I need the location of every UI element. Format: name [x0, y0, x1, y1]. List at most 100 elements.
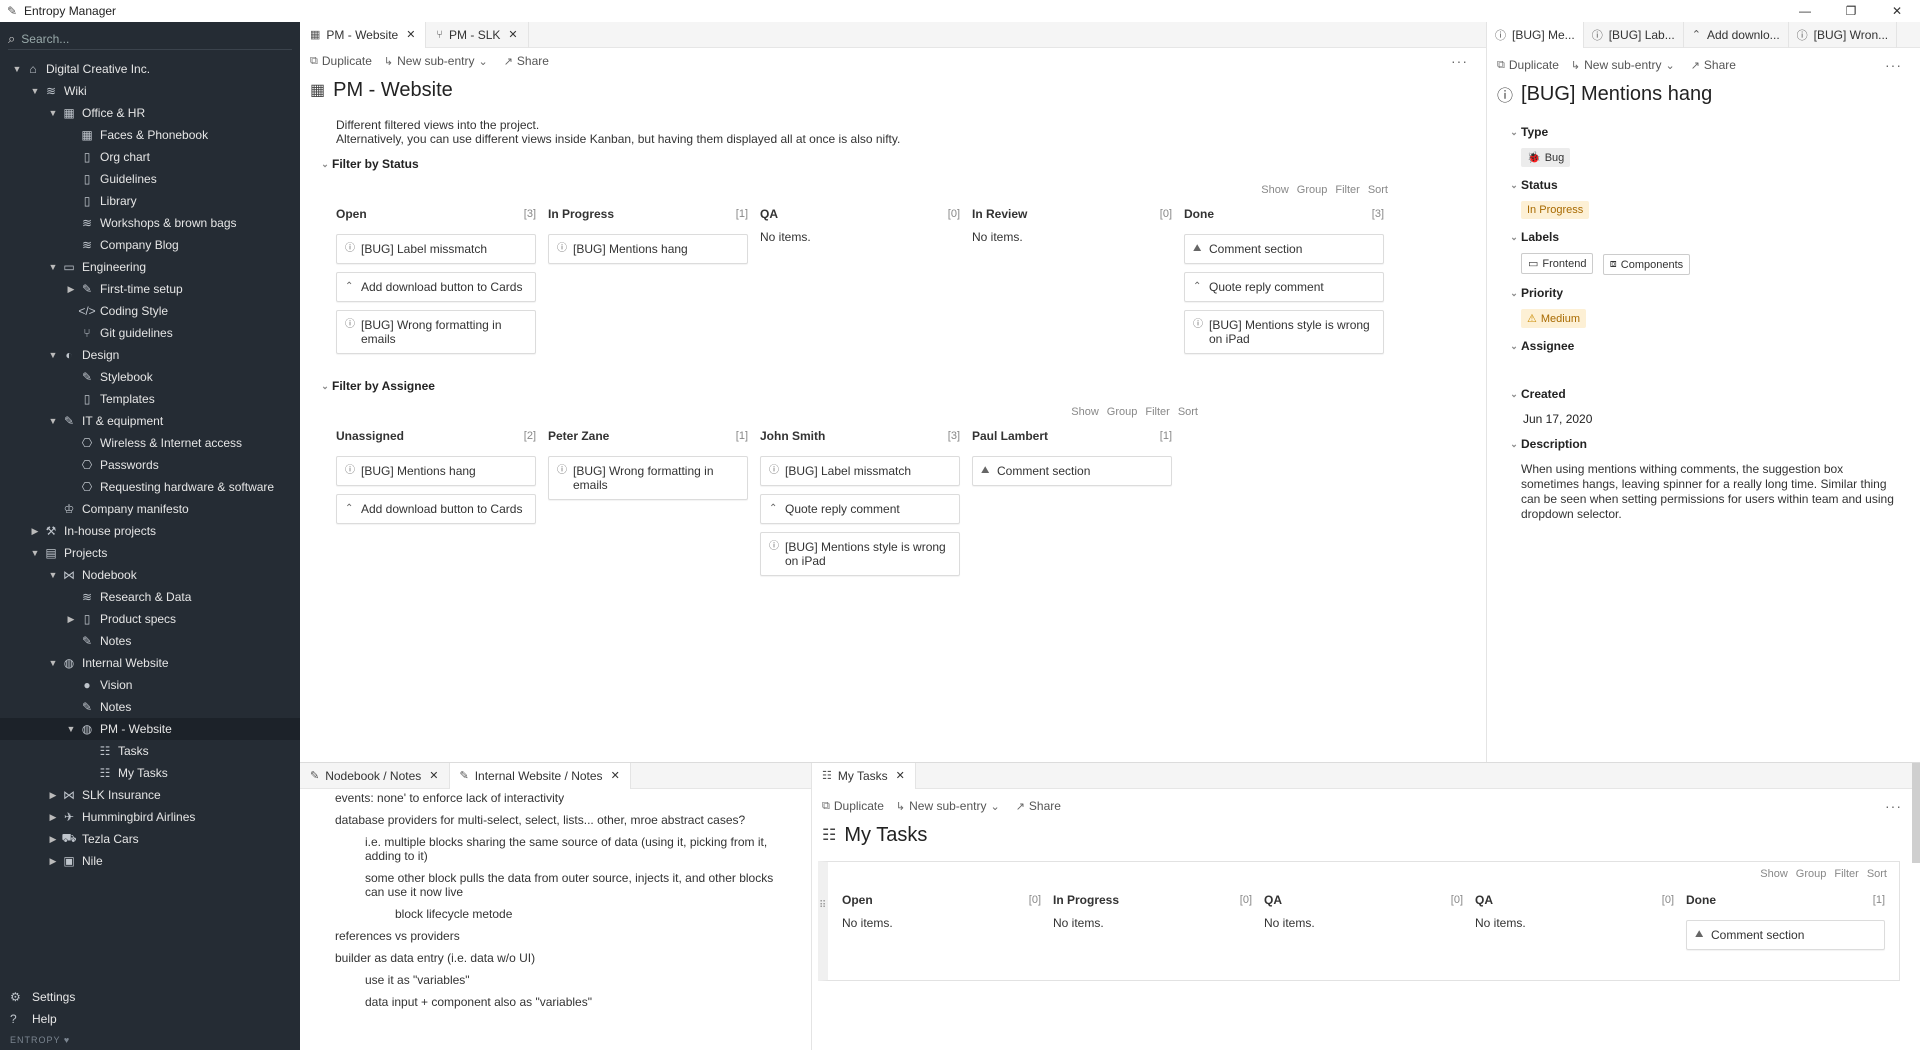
- task-card[interactable]: ⌃ Add download button to Cards: [336, 272, 536, 302]
- sidebar-item[interactable]: ▯ Library: [0, 190, 300, 212]
- duplicate-button[interactable]: ⧉ Duplicate: [310, 54, 372, 68]
- sidebar-item[interactable]: ▼ ⋈ Nodebook: [0, 564, 300, 586]
- sidebar-item[interactable]: ▶ ▣ Nile: [0, 850, 300, 872]
- settings-link[interactable]: ⚙ Settings: [0, 986, 300, 1008]
- sidebar-item[interactable]: ≋ Workshops & brown bags: [0, 212, 300, 234]
- notes-content[interactable]: events: none' to enforce lack of interac…: [300, 791, 811, 1009]
- task-card[interactable]: ⛰ Comment section: [1686, 920, 1885, 950]
- sort-button[interactable]: Sort: [1368, 184, 1388, 196]
- priority-property[interactable]: ⌄ Priority: [1507, 283, 1904, 303]
- task-card[interactable]: ⓘ [BUG] Wrong formatting in emails: [548, 456, 748, 500]
- close-tab-icon[interactable]: ✕: [611, 769, 620, 782]
- sidebar-item[interactable]: ▼ ✎ IT & equipment: [0, 410, 300, 432]
- new-sub-entry-button[interactable]: ↳ New sub-entry ⌄: [1571, 58, 1679, 72]
- chevron-right-icon[interactable]: ▶: [64, 284, 78, 295]
- task-card[interactable]: ⓘ [BUG] Label missmatch: [336, 234, 536, 264]
- sidebar-item[interactable]: ▯ Templates: [0, 388, 300, 410]
- show-button[interactable]: Show: [1261, 184, 1289, 196]
- status-badge[interactable]: In Progress: [1521, 201, 1590, 219]
- task-card[interactable]: ⓘ [BUG] Label missmatch: [760, 456, 960, 486]
- search-input[interactable]: Search...: [21, 32, 69, 46]
- sidebar-item[interactable]: ✎ Stylebook: [0, 366, 300, 388]
- filter-button[interactable]: Filter: [1335, 184, 1359, 196]
- sidebar-item[interactable]: ▶ ▯ Product specs: [0, 608, 300, 630]
- sidebar-item[interactable]: ▼ ◍ Internal Website: [0, 652, 300, 674]
- assignee-property[interactable]: ⌄ Assignee: [1507, 336, 1904, 356]
- description-text[interactable]: When using mentions withing comments, th…: [1507, 454, 1904, 522]
- tab-pm-website[interactable]: ▦ PM - Website ✕: [300, 21, 427, 48]
- close-tab-icon[interactable]: ✕: [896, 769, 905, 782]
- sidebar-item[interactable]: ▯ Guidelines: [0, 168, 300, 190]
- sort-button[interactable]: Sort: [1178, 406, 1198, 418]
- chevron-right-icon[interactable]: ▶: [46, 790, 60, 801]
- more-options-icon[interactable]: ···: [1885, 798, 1902, 814]
- sidebar-item[interactable]: ☷ Tasks: [0, 740, 300, 762]
- chevron-down-icon[interactable]: ▼: [46, 416, 60, 426]
- minimize-icon[interactable]: —: [1782, 0, 1828, 22]
- group-button[interactable]: Group: [1107, 406, 1138, 418]
- sidebar-item[interactable]: ≋ Research & Data: [0, 586, 300, 608]
- sort-button[interactable]: Sort: [1867, 868, 1887, 880]
- tab-my-tasks[interactable]: ☷ My Tasks ✕: [812, 762, 916, 789]
- detail-tab[interactable]: ⓘ [BUG] Lab...: [1584, 21, 1684, 48]
- show-button[interactable]: Show: [1760, 868, 1788, 880]
- notes-tab[interactable]: ✎ Internal Website / Notes ✕: [449, 763, 631, 789]
- sidebar-item[interactable]: ▶ ⛟ Tezla Cars: [0, 828, 300, 850]
- drag-handle-icon[interactable]: ⠿: [819, 900, 826, 911]
- task-card[interactable]: ⌃ Quote reply comment: [760, 494, 960, 524]
- search-box[interactable]: ⌕ Search...: [8, 28, 292, 50]
- filter-button[interactable]: Filter: [1145, 406, 1169, 418]
- chevron-down-icon[interactable]: ▼: [10, 64, 24, 74]
- close-tab-icon[interactable]: ✕: [429, 769, 438, 782]
- tab-pm-slk[interactable]: ⑂ PM - SLK ✕: [426, 21, 529, 48]
- task-card[interactable]: ⓘ [BUG] Wrong formatting in emails: [336, 310, 536, 354]
- task-card[interactable]: ⓘ [BUG] Mentions style is wrong on iPad: [760, 532, 960, 576]
- more-options-icon[interactable]: ···: [1451, 53, 1468, 69]
- sidebar-item[interactable]: ⎔ Passwords: [0, 454, 300, 476]
- notes-tab[interactable]: ✎ Nodebook / Notes ✕: [300, 763, 450, 789]
- more-options-icon[interactable]: ···: [1885, 57, 1902, 73]
- type-chip[interactable]: 🐞 Bug: [1521, 148, 1571, 167]
- sidebar-item[interactable]: ▼ ▭ Engineering: [0, 256, 300, 278]
- chevron-right-icon[interactable]: ▶: [46, 856, 60, 867]
- sidebar-item[interactable]: ▼ ⌂ Digital Creative Inc.: [0, 58, 300, 80]
- chevron-down-icon[interactable]: ▼: [46, 570, 60, 580]
- duplicate-button[interactable]: ⧉ Duplicate: [1497, 58, 1559, 72]
- filter-button[interactable]: Filter: [1834, 868, 1858, 880]
- sidebar-item[interactable]: ✎ Notes: [0, 696, 300, 718]
- task-card[interactable]: ⓘ [BUG] Mentions hang: [548, 234, 748, 264]
- task-card[interactable]: ⓘ [BUG] Mentions hang: [336, 456, 536, 486]
- sidebar-item[interactable]: ✎ Notes: [0, 630, 300, 652]
- sidebar-item[interactable]: ▶ ✎ First-time setup: [0, 278, 300, 300]
- sidebar-item[interactable]: ▼ ▤ Projects: [0, 542, 300, 564]
- section-filter-by-assignee[interactable]: ⌄ Filter by Assignee: [318, 376, 1486, 396]
- chevron-down-icon[interactable]: ▼: [46, 262, 60, 272]
- status-property[interactable]: ⌄ Status: [1507, 175, 1904, 195]
- chevron-right-icon[interactable]: ▶: [64, 614, 78, 625]
- sidebar-item[interactable]: ● Vision: [0, 674, 300, 696]
- duplicate-button[interactable]: ⧉ Duplicate: [822, 799, 884, 813]
- label-chip-components[interactable]: ⧈ Components: [1602, 254, 1691, 275]
- sidebar-item[interactable]: ▼ ◍ PM - Website: [0, 718, 300, 740]
- share-button[interactable]: ↗ Share: [504, 54, 549, 68]
- chevron-right-icon[interactable]: ▶: [46, 812, 60, 823]
- new-sub-entry-button[interactable]: ↳ New sub-entry ⌄: [896, 799, 1004, 813]
- chevron-down-icon[interactable]: ▼: [46, 658, 60, 668]
- sidebar-item[interactable]: ☷ My Tasks: [0, 762, 300, 784]
- maximize-icon[interactable]: ❐: [1828, 0, 1874, 22]
- close-tab-icon[interactable]: ✕: [508, 28, 517, 41]
- close-icon[interactable]: ✕: [1874, 0, 1920, 22]
- share-button[interactable]: ↗ Share: [1691, 58, 1736, 72]
- help-link[interactable]: ? Help: [0, 1008, 300, 1030]
- priority-badge[interactable]: ⚠ Medium: [1521, 309, 1586, 328]
- detail-tab[interactable]: ⌃ Add downlo...: [1684, 21, 1789, 48]
- detail-tab[interactable]: ⓘ [BUG] Me...: [1487, 21, 1584, 48]
- section-filter-by-status[interactable]: ⌄ Filter by Status: [318, 154, 1486, 174]
- sidebar-item[interactable]: ▼ ▦ Office & HR: [0, 102, 300, 124]
- sidebar-item[interactable]: ≋ Company Blog: [0, 234, 300, 256]
- sidebar-item[interactable]: ♔ Company manifesto: [0, 498, 300, 520]
- scrollbar[interactable]: [1912, 763, 1920, 863]
- sidebar-item[interactable]: ⎔ Wireless & Internet access: [0, 432, 300, 454]
- chevron-down-icon[interactable]: ▼: [64, 724, 78, 734]
- sidebar-item[interactable]: ⑂ Git guidelines: [0, 322, 300, 344]
